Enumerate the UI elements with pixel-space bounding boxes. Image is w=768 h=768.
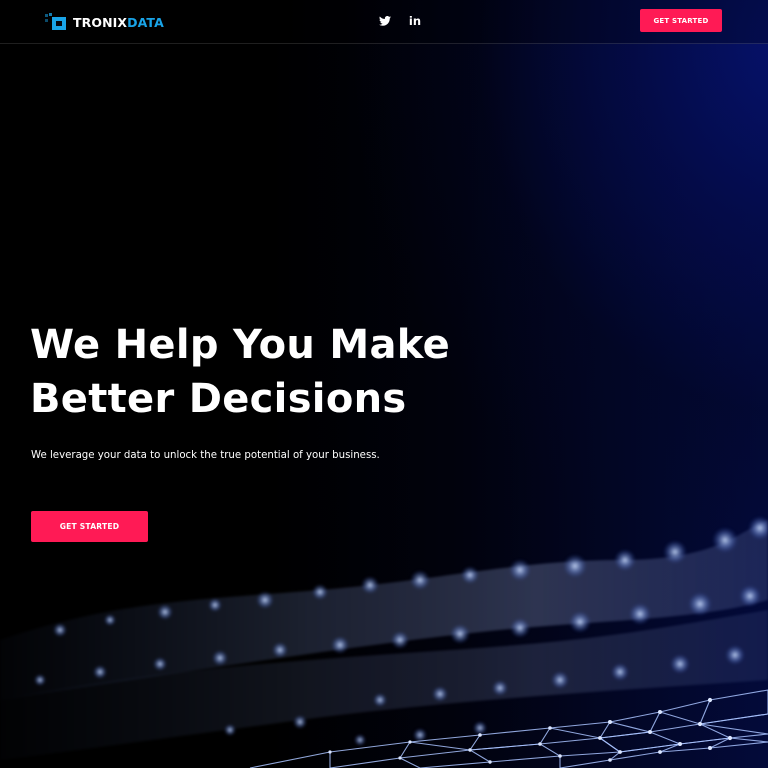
hero-title-line2: Better Decisions — [30, 376, 407, 422]
brand-name-part2: DATA — [127, 14, 164, 30]
brand-logo[interactable]: TRONIXDATA — [44, 11, 164, 33]
hero-title-line1: We Help You Make — [30, 322, 451, 368]
twitter-link[interactable] — [378, 13, 392, 29]
top-navbar: TRONIXDATA in GET STARTED — [0, 0, 768, 44]
twitter-icon — [379, 16, 391, 26]
network-lines — [249, 689, 768, 768]
brand-name: TRONIXDATA — [73, 15, 164, 30]
nav-get-started-button[interactable]: GET STARTED — [640, 9, 722, 32]
hero-title: We Help You Make Better Decisions — [30, 318, 550, 426]
hero-get-started-button[interactable]: GET STARTED — [31, 511, 148, 542]
network-nodes — [328, 697, 733, 764]
brand-name-part1: TRONIX — [73, 14, 128, 30]
linkedin-link[interactable]: in — [408, 13, 422, 29]
hero-subtitle: We leverage your data to unlock the true… — [31, 450, 380, 461]
tronixdata-logo-mark-icon — [45, 13, 66, 30]
linkedin-icon: in — [408, 14, 422, 28]
